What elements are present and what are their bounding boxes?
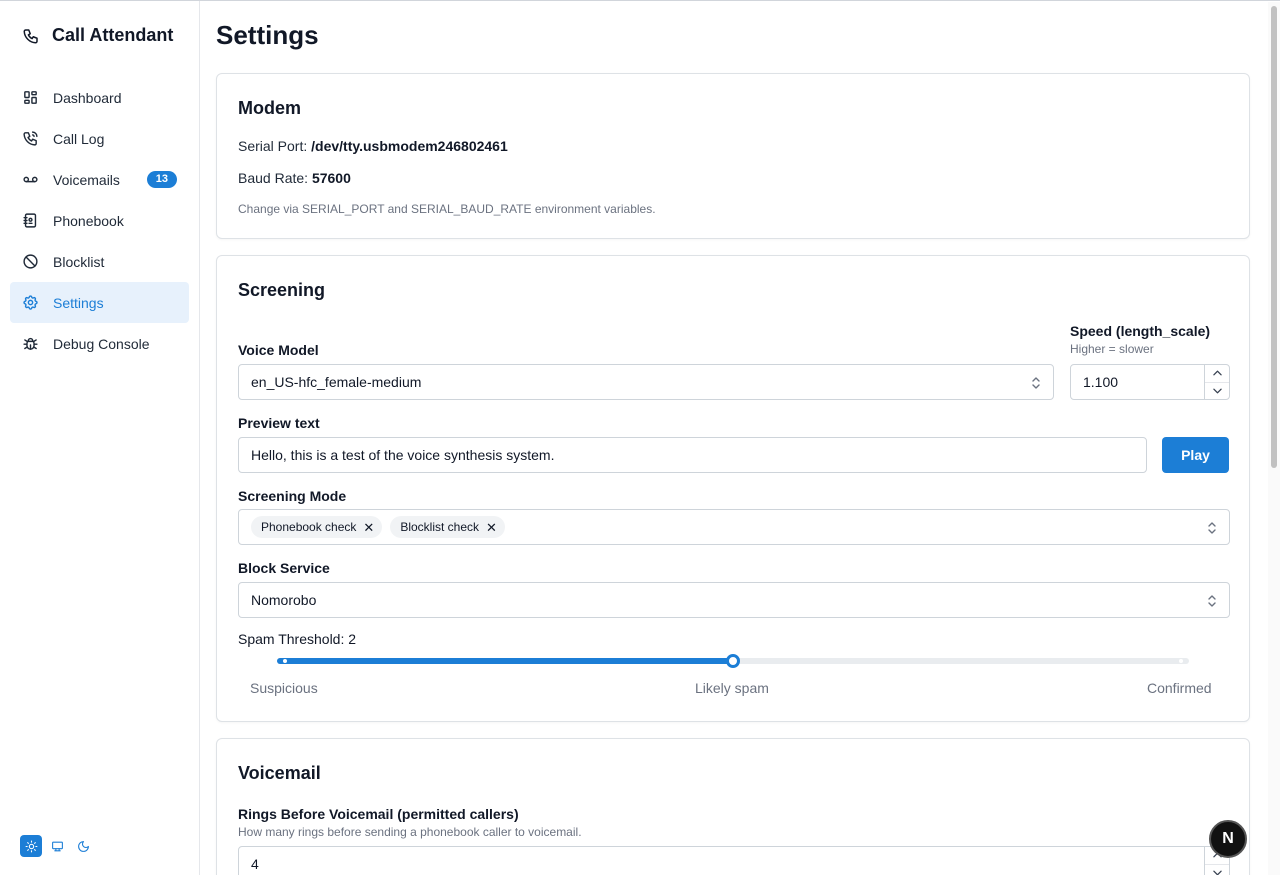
- modem-card-title: Modem: [238, 98, 301, 118]
- chevron-down-icon: [1212, 388, 1222, 394]
- spam-threshold-slider[interactable]: [277, 654, 1189, 668]
- voice-model-value: en_US-hfc_female-medium: [251, 374, 422, 390]
- chevron-down-icon: [1212, 870, 1222, 875]
- monitor-icon: [51, 841, 63, 851]
- sidebar-item-label: Blocklist: [53, 253, 105, 270]
- brand[interactable]: Call Attendant: [22, 25, 173, 46]
- tag-label: Blocklist check: [400, 520, 480, 534]
- spam-threshold-label: Spam Threshold: 2: [238, 631, 357, 647]
- slider-mark-label: Confirmed: [1147, 680, 1212, 696]
- slider-thumb[interactable]: [726, 654, 740, 668]
- sidebar-nav: Dashboard Call Log Voicemails 13 Phonebo…: [10, 77, 189, 364]
- slider-mark: [1179, 659, 1183, 663]
- play-button[interactable]: Play: [1162, 437, 1229, 473]
- screening-mode-tag: Blocklist check ✕: [390, 516, 505, 538]
- voicemail-count-badge: 13: [146, 171, 177, 188]
- preview-text-input[interactable]: Hello, this is a test of the voice synth…: [238, 437, 1147, 473]
- rings-input[interactable]: 4: [238, 846, 1230, 875]
- remove-tag-icon[interactable]: ✕: [363, 521, 374, 534]
- dashboard-icon: [24, 91, 37, 104]
- moon-icon: [77, 840, 89, 852]
- chevron-up-down-icon: [1208, 522, 1216, 534]
- theme-dark-button[interactable]: [72, 835, 94, 857]
- chevron-up-icon: [1212, 370, 1222, 376]
- speed-input[interactable]: 1.100: [1070, 364, 1230, 400]
- slider-fill: [277, 658, 733, 664]
- theme-system-button[interactable]: [46, 835, 68, 857]
- page-scrollbar[interactable]: [1268, 2, 1280, 875]
- nextjs-dev-badge[interactable]: N: [1209, 820, 1247, 858]
- block-service-value: Nomorobo: [251, 592, 317, 608]
- increment-button[interactable]: [1205, 365, 1229, 383]
- baud-rate-label: Baud Rate:: [238, 170, 309, 186]
- preview-text-label: Preview text: [238, 415, 320, 431]
- rings-value: 4: [251, 856, 259, 872]
- voice-model-select[interactable]: en_US-hfc_female-medium: [238, 364, 1054, 400]
- theme-switcher: [20, 835, 94, 857]
- sidebar-item-call-log[interactable]: Call Log: [10, 118, 189, 159]
- baud-rate-row: Baud Rate: 57600: [238, 170, 351, 186]
- slider-mark-label: Likely spam: [695, 680, 769, 696]
- preview-text-value: Hello, this is a test of the voice synth…: [251, 447, 555, 463]
- remove-tag-icon[interactable]: ✕: [486, 521, 497, 534]
- phone-calling-icon: [23, 131, 38, 146]
- speed-stepper: [1204, 365, 1229, 399]
- bug-icon: [23, 337, 38, 350]
- decrement-button[interactable]: [1205, 383, 1229, 400]
- main-content: Settings Modem Serial Port: /dev/tty.usb…: [200, 2, 1268, 875]
- sidebar-item-phonebook[interactable]: Phonebook: [10, 200, 189, 241]
- sidebar-item-label: Settings: [53, 294, 104, 311]
- sidebar-item-label: Dashboard: [53, 89, 122, 106]
- theme-light-button[interactable]: [20, 835, 42, 857]
- rings-hint: How many rings before sending a phoneboo…: [238, 825, 582, 839]
- block-service-label: Block Service: [238, 560, 330, 576]
- sidebar-item-label: Call Log: [53, 130, 105, 147]
- speed-label: Speed (length_scale): [1070, 323, 1211, 339]
- sun-icon: [25, 840, 37, 852]
- voicemail-card-title: Voicemail: [238, 763, 321, 783]
- screening-mode-tag: Phonebook check ✕: [251, 516, 383, 538]
- voicemail-card: Voicemail Rings Before Voicemail (permit…: [216, 738, 1250, 875]
- chevron-up-down-icon: [1032, 377, 1040, 389]
- phone-icon: [23, 28, 38, 43]
- sidebar-item-blocklist[interactable]: Blocklist: [10, 241, 189, 282]
- baud-rate-value: 57600: [311, 170, 351, 186]
- serial-port-label: Serial Port:: [238, 138, 308, 154]
- address-book-icon: [23, 213, 37, 228]
- screening-mode-label: Screening Mode: [238, 488, 347, 504]
- rings-label: Rings Before Voicemail (permitted caller…: [238, 806, 519, 822]
- chevron-up-down-icon: [1208, 595, 1216, 607]
- sidebar-item-label: Phonebook: [53, 212, 124, 229]
- screening-card: Screening Voice Model en_US-hfc_female-m…: [216, 255, 1250, 722]
- block-service-select[interactable]: Nomorobo: [238, 582, 1230, 618]
- modem-hint: Change via SERIAL_PORT and SERIAL_BAUD_R…: [238, 202, 656, 216]
- speed-hint: Higher = slower: [1070, 342, 1154, 356]
- sidebar-item-label: Voicemails: [53, 171, 120, 188]
- sidebar-item-label: Debug Console: [53, 335, 150, 352]
- voicemail-icon: [23, 176, 38, 183]
- screening-card-title: Screening: [238, 280, 326, 300]
- sidebar-item-voicemails[interactable]: Voicemails 13: [10, 159, 189, 200]
- modem-card: Modem Serial Port: /dev/tty.usbmodem2468…: [216, 73, 1250, 239]
- scrollbar-thumb[interactable]: [1271, 6, 1277, 468]
- serial-port-row: Serial Port: /dev/tty.usbmodem246802461: [238, 138, 508, 154]
- sidebar: Call Attendant Dashboard Call Log Voicem…: [0, 1, 200, 875]
- speed-value: 1.100: [1083, 374, 1119, 390]
- sidebar-item-settings[interactable]: Settings: [10, 282, 189, 323]
- tag-label: Phonebook check: [261, 520, 357, 534]
- page-title: Settings: [216, 20, 319, 50]
- screening-mode-multiselect[interactable]: Phonebook check ✕ Blocklist check ✕: [238, 509, 1230, 545]
- app-title: Call Attendant: [52, 25, 174, 45]
- slider-mark: [283, 659, 287, 663]
- ban-icon: [23, 254, 38, 269]
- voice-model-label: Voice Model: [238, 342, 319, 358]
- sidebar-item-dashboard[interactable]: Dashboard: [10, 77, 189, 118]
- serial-port-value: /dev/tty.usbmodem246802461: [311, 138, 508, 154]
- sidebar-item-debug-console[interactable]: Debug Console: [10, 323, 189, 364]
- decrement-button[interactable]: [1205, 865, 1229, 875]
- slider-mark-label: Suspicious: [250, 680, 318, 696]
- gear-icon: [23, 295, 38, 310]
- app-window: Call Attendant Dashboard Call Log Voicem…: [0, 0, 1280, 875]
